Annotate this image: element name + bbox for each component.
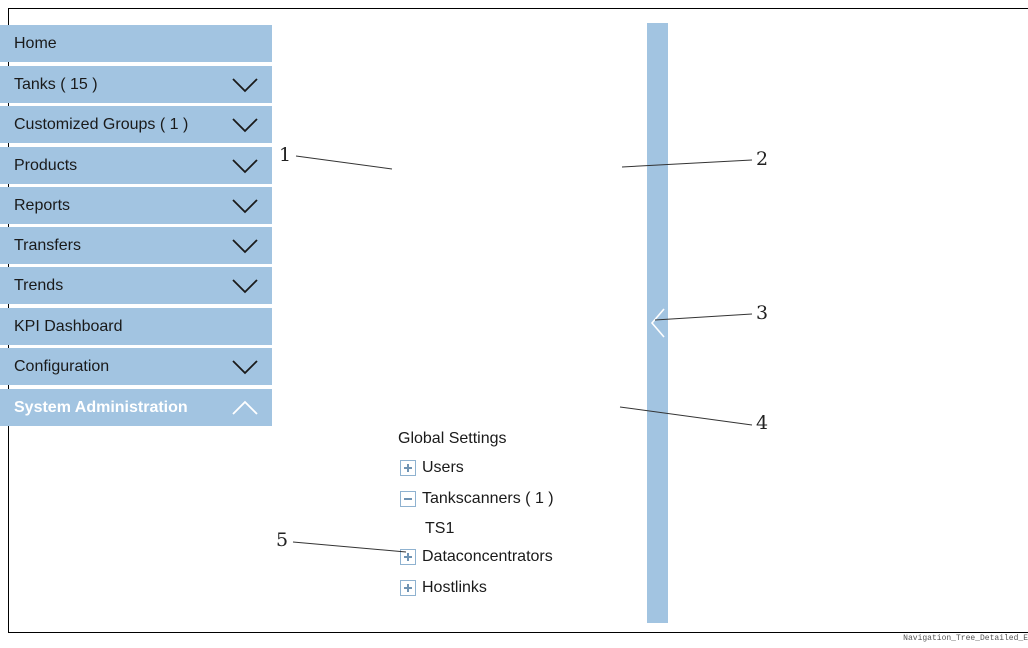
callout-5: 5: [276, 529, 289, 551]
callout-4: 4: [756, 412, 769, 434]
callout-1: 1: [279, 144, 292, 166]
callout-2: 2: [756, 148, 769, 170]
callout-lines: [292, 155, 753, 553]
callout-3: 3: [756, 302, 769, 324]
figure-id: Navigation_Tree_Detailed_E: [903, 634, 1028, 643]
